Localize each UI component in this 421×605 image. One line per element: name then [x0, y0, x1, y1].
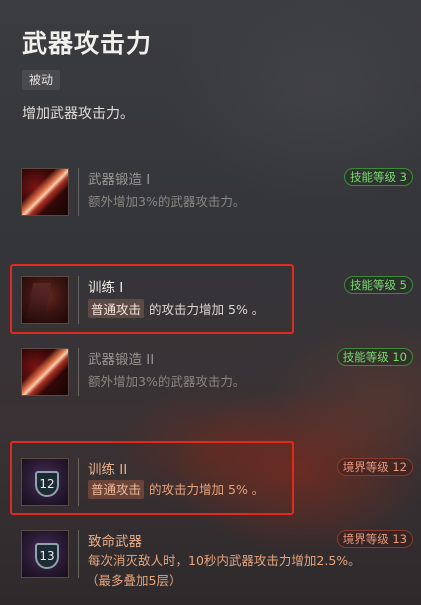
upgrade-description: 普通攻击 的攻击力增加 5% 。	[88, 480, 264, 499]
upgrade-description-text: 的攻击力增加 5% 。	[149, 482, 265, 497]
upgrade-description: 额外增加3%的武器攻击力。	[88, 194, 246, 209]
row-divider	[78, 530, 79, 578]
upgrade-row-training-2[interactable]: 12 训练 II 普通攻击 的攻击力增加 5% 。 境界等级 12	[0, 456, 421, 508]
upgrade-description-note: （最多叠加5层）	[86, 573, 182, 588]
upgrade-row-weapon-forging-1[interactable]: 武器锻造 I 额外增加3%的武器攻击力。 技能等级 3	[0, 166, 421, 218]
skill-level-tag: 技能等级 10	[336, 348, 413, 366]
upgrade-row-deadly-weapon[interactable]: 13 致命武器 每次消灭敌人时，10秒内武器攻击力增加2.5%。 （最多叠加5层…	[0, 528, 421, 590]
upgrade-name: 武器锻造 I	[88, 172, 151, 188]
realm-level-tag: 境界等级 13	[336, 530, 413, 548]
upgrade-description-text: 的攻击力增加 5% 。	[149, 302, 265, 317]
upgrade-name: 训练 I	[88, 280, 124, 296]
row-divider	[78, 458, 79, 506]
tier-number: 13	[35, 543, 59, 569]
upgrade-description: 普通攻击 的攻击力增加 5% 。	[88, 299, 264, 318]
row-divider	[78, 168, 79, 216]
upgrade-description: 每次消灭敌人时，10秒内武器攻击力增加2.5%。	[88, 553, 361, 568]
realm-level-tag: 境界等级 12	[336, 458, 413, 476]
upgrade-name: 致命武器	[88, 534, 142, 550]
upgrade-row-weapon-forging-2[interactable]: 武器锻造 II 额外增加3%的武器攻击力。 技能等级 10	[0, 346, 421, 398]
tier-shield-icon: 13	[21, 530, 69, 578]
skill-detail-panel: 武器攻击力 被动 增加武器攻击力。 武器锻造 I 额外增加3%的武器攻击力。 技…	[0, 0, 421, 605]
normal-attack-keyword: 普通攻击	[88, 299, 145, 318]
skill-description: 增加武器攻击力。	[22, 106, 134, 122]
tier-number: 12	[35, 471, 59, 497]
row-divider	[78, 348, 79, 396]
row-divider	[78, 276, 79, 324]
training-icon	[21, 276, 69, 324]
upgrade-row-training-1[interactable]: 训练 I 普通攻击 的攻击力增加 5% 。 技能等级 5	[0, 274, 421, 326]
tier-shield-icon: 12	[21, 458, 69, 506]
upgrade-name: 武器锻造 II	[88, 352, 155, 368]
skill-level-tag: 技能等级 3	[344, 168, 413, 186]
weapon-forging-icon	[21, 348, 69, 396]
skill-level-tag: 技能等级 5	[344, 276, 413, 294]
weapon-forging-icon	[21, 168, 69, 216]
upgrade-name: 训练 II	[88, 462, 128, 478]
skill-type-badge: 被动	[22, 70, 61, 90]
normal-attack-keyword: 普通攻击	[88, 480, 145, 499]
skill-title: 武器攻击力	[22, 29, 153, 58]
upgrade-description: 额外增加3%的武器攻击力。	[88, 374, 246, 389]
